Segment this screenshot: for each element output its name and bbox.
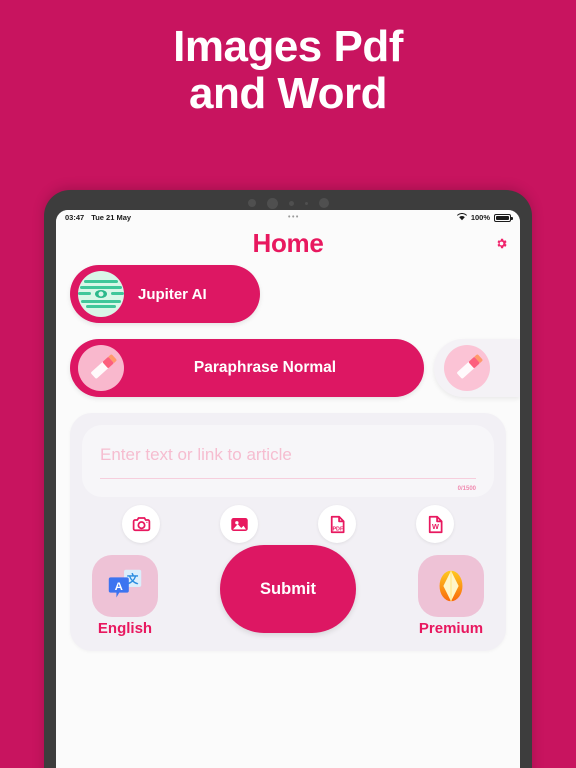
gallery-icon[interactable] <box>220 505 258 543</box>
wifi-icon <box>456 212 467 223</box>
translate-icon: 文 A <box>92 555 158 617</box>
language-selector[interactable]: 文 A English <box>88 555 162 637</box>
app-header: Home <box>56 225 520 261</box>
battery-percent-label: 100% <box>470 213 490 222</box>
gear-icon[interactable] <box>495 237 508 250</box>
battery-icon <box>494 213 513 222</box>
character-counter: 0/1500 <box>457 486 476 492</box>
status-date: Tue 21 May <box>91 213 132 222</box>
tablet-device-frame: 03:47 Tue 21 May ••• 100% Home Jupiter A… <box>44 190 532 768</box>
action-row: 文 A English Submit Premium <box>82 545 494 637</box>
mode-row-primary: Jupiter AI <box>56 261 520 323</box>
pencil-icon <box>78 345 124 391</box>
svg-text:A: A <box>115 581 123 593</box>
mode-label-paraphrase-normal: Paraphrase Normal <box>193 359 337 376</box>
device-sensor-array <box>44 197 532 209</box>
camera-lens <box>266 197 278 209</box>
jupiter-planet-icon <box>78 271 124 317</box>
article-input-area[interactable]: Enter text or link to article 0/1500 <box>82 425 494 497</box>
submit-button[interactable]: Submit <box>220 545 356 633</box>
input-underline <box>100 478 476 479</box>
language-label: English <box>97 620 153 637</box>
gem-icon <box>418 555 484 617</box>
camera-icon[interactable] <box>122 505 160 543</box>
attachment-row: PDF W <box>82 505 494 543</box>
status-bar-right: 100% <box>456 212 513 223</box>
pencil-icon <box>444 345 490 391</box>
premium-button[interactable]: Premium <box>414 555 488 637</box>
promo-headline: Images Pdf and Word <box>0 0 576 117</box>
promo-line-2: and Word <box>188 68 388 118</box>
sensor-dot <box>288 200 294 206</box>
mode-card-next-peek[interactable] <box>434 339 520 397</box>
status-time: 03:47 <box>65 213 85 222</box>
svg-text:W: W <box>432 522 439 531</box>
svg-text:PDF: PDF <box>332 526 344 532</box>
composer-card: Enter text or link to article 0/1500 PDF… <box>70 413 506 651</box>
device-screen: 03:47 Tue 21 May ••• 100% Home Jupiter A… <box>56 210 520 768</box>
mode-row-secondary: Paraphrase Normal <box>56 335 520 397</box>
camera-lens <box>318 198 329 208</box>
word-icon[interactable]: W <box>416 505 454 543</box>
mode-label-jupiter-ai: Jupiter AI <box>138 285 207 303</box>
status-bar-left: 03:47 Tue 21 May <box>65 213 131 222</box>
sensor-dot <box>304 201 308 205</box>
pdf-icon[interactable]: PDF <box>318 505 356 543</box>
premium-label: Premium <box>418 620 484 637</box>
mode-button-jupiter-ai[interactable]: Jupiter AI <box>70 265 260 323</box>
article-input-placeholder: Enter text or link to article <box>100 445 292 464</box>
mode-button-paraphrase-normal[interactable]: Paraphrase Normal <box>70 339 424 397</box>
page-title: Home <box>252 227 324 258</box>
status-bar: 03:47 Tue 21 May ••• 100% <box>56 210 520 225</box>
promo-line-1: Images Pdf <box>173 22 403 71</box>
status-center-dots: ••• <box>288 214 300 221</box>
sensor-dot <box>247 199 256 207</box>
